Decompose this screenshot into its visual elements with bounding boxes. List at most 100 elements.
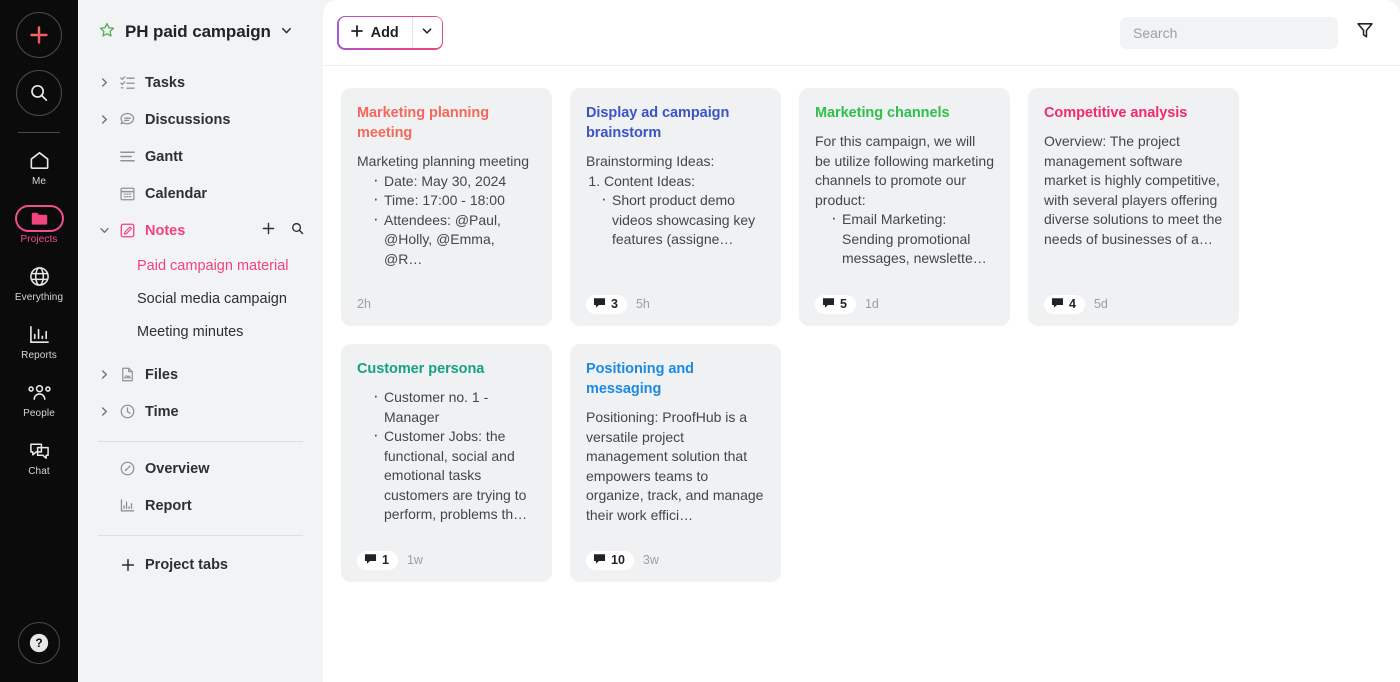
sidebar-note-meeting-minutes[interactable]: Meeting minutes xyxy=(96,315,305,348)
speech-bubble-icon xyxy=(118,111,137,128)
note-lead: Positioning: ProofHub is a versatile pro… xyxy=(586,408,765,525)
active-pill xyxy=(15,205,64,232)
note-card-footer: 3 5h xyxy=(586,294,765,314)
checklist-icon xyxy=(118,74,137,91)
add-dropdown-button[interactable] xyxy=(412,17,442,48)
chevron-down-icon xyxy=(421,24,433,42)
note-timestamp: 1d xyxy=(865,297,879,311)
sidebar-item-project-tabs[interactable]: Project tabs xyxy=(96,546,305,583)
sidebar-item-report[interactable]: Report xyxy=(96,487,305,524)
note-card-body: Overview: The project management softwar… xyxy=(1044,132,1223,285)
sidebar-item-label: Calendar xyxy=(145,186,207,202)
note-card-title: Display ad campaign brainstorm xyxy=(586,103,765,143)
search-input[interactable] xyxy=(1120,17,1338,49)
note-bullet: Date: May 30, 2024 xyxy=(373,172,536,192)
comment-icon xyxy=(1051,297,1064,312)
rail-item-me[interactable]: Me xyxy=(0,147,78,187)
sidebar-item-label: Files xyxy=(145,367,178,383)
filter-button[interactable] xyxy=(1352,20,1378,46)
note-card-body: Marketing planning meeting Date: May 30,… xyxy=(357,152,536,285)
sidebar-item-notes[interactable]: Notes xyxy=(96,212,305,249)
comment-count: 5 xyxy=(840,297,847,311)
sidebar-item-overview[interactable]: Overview xyxy=(96,450,305,487)
sidebar-item-label: Notes xyxy=(145,223,185,239)
note-card[interactable]: Marketing channels For this campaign, we… xyxy=(799,88,1010,326)
note-card-body: For this campaign, we will be utilize fo… xyxy=(815,132,994,285)
rail-item-chat[interactable]: Chat xyxy=(0,437,78,477)
comment-count-badge[interactable]: 10 xyxy=(586,551,634,570)
global-add-button[interactable] xyxy=(16,12,62,58)
add-button-group: Add xyxy=(337,16,443,50)
sidebar-note-label: Paid campaign material xyxy=(137,257,289,275)
sidebar-item-gantt[interactable]: Gantt xyxy=(96,138,305,175)
comment-count-badge[interactable]: 1 xyxy=(357,551,398,570)
speech-bubble-icon xyxy=(593,297,606,309)
note-card[interactable]: Marketing planning meeting Marketing pla… xyxy=(341,88,552,326)
comment-count-badge[interactable]: 3 xyxy=(586,295,627,314)
chevron-right-icon[interactable] xyxy=(98,369,110,380)
chevron-down-icon[interactable] xyxy=(98,225,110,236)
note-card[interactable]: Competitive analysis Overview: The proje… xyxy=(1028,88,1239,326)
sidebar-item-tasks[interactable]: Tasks xyxy=(96,64,305,101)
note-card[interactable]: Display ad campaign brainstorm Brainstor… xyxy=(570,88,781,326)
chevron-right-icon[interactable] xyxy=(98,114,110,125)
calendar-icon xyxy=(118,185,137,202)
sidebar-item-label: Project tabs xyxy=(145,557,228,573)
note-card-body: Brainstorming Ideas: Content Ideas: Shor… xyxy=(586,152,765,285)
note-edit-icon xyxy=(118,222,137,239)
speech-bubble-icon xyxy=(822,297,835,309)
chevron-down-icon[interactable] xyxy=(280,24,293,41)
sidebar-item-label: Overview xyxy=(145,461,210,477)
add-note-icon[interactable] xyxy=(261,221,276,240)
search-icon xyxy=(28,82,50,104)
clock-icon xyxy=(118,403,137,420)
sidebar-item-time[interactable]: Time xyxy=(96,393,305,430)
sidebar-item-files[interactable]: Files xyxy=(96,356,305,393)
sidebar-note-social-media-campaign[interactable]: Social media campaign xyxy=(96,282,305,315)
global-search-button[interactable] xyxy=(16,70,62,116)
sidebar-note-label: Meeting minutes xyxy=(137,323,243,341)
note-card[interactable]: Customer persona Customer no. 1 - Manage… xyxy=(341,344,552,582)
svg-text:?: ? xyxy=(35,636,42,650)
comment-count-badge[interactable]: 4 xyxy=(1044,295,1085,314)
folder-icon xyxy=(30,210,49,227)
sidebar-item-calendar[interactable]: Calendar xyxy=(96,175,305,212)
note-timestamp: 3w xyxy=(643,553,659,567)
note-card-footer: 1 1w xyxy=(357,550,536,570)
search-notes-icon[interactable] xyxy=(290,221,305,240)
main-panel: Add xyxy=(323,0,1400,682)
bar-chart-icon xyxy=(28,321,51,347)
rail-item-people[interactable]: People xyxy=(0,379,78,419)
note-bullet: Customer no. 1 - Manager xyxy=(373,388,536,427)
note-card-title: Marketing planning meeting xyxy=(357,103,536,143)
add-button[interactable]: Add xyxy=(339,17,412,48)
star-icon[interactable] xyxy=(98,21,116,43)
note-card-footer: 4 5d xyxy=(1044,294,1223,314)
sidebar-note-paid-campaign-material[interactable]: Paid campaign material xyxy=(96,249,305,282)
note-sub-bullets: Short product demo videos showcasing key… xyxy=(586,191,765,250)
note-lead: Overview: The project management softwar… xyxy=(1044,132,1223,249)
project-header[interactable]: PH paid campaign xyxy=(96,0,305,64)
toolbar: Add xyxy=(323,0,1400,66)
rail-item-reports[interactable]: Reports xyxy=(0,321,78,361)
sidebar-item-label: Discussions xyxy=(145,112,230,128)
globe-icon xyxy=(28,263,51,289)
sidebar-item-discussions[interactable]: Discussions xyxy=(96,101,305,138)
note-bullets: Customer no. 1 - Manager Customer Jobs: … xyxy=(357,388,536,525)
rail-item-label: People xyxy=(23,408,55,419)
people-icon xyxy=(27,379,52,405)
note-timestamp: 5d xyxy=(1094,297,1108,311)
rail-item-projects[interactable]: Projects xyxy=(0,205,78,245)
comment-count-badge[interactable]: 5 xyxy=(815,295,856,314)
note-card[interactable]: Positioning and messaging Positioning: P… xyxy=(570,344,781,582)
comment-count: 4 xyxy=(1069,297,1076,311)
comment-icon xyxy=(364,553,377,568)
bar-chart-icon xyxy=(118,497,137,514)
help-button[interactable]: ? xyxy=(18,622,60,664)
comment-icon xyxy=(593,297,606,312)
rail-item-everything[interactable]: Everything xyxy=(0,263,78,303)
note-card-footer: 5 1d xyxy=(815,294,994,314)
project-sidebar: PH paid campaign Tasks xyxy=(78,0,323,682)
chevron-right-icon[interactable] xyxy=(98,77,110,88)
chevron-right-icon[interactable] xyxy=(98,406,110,417)
